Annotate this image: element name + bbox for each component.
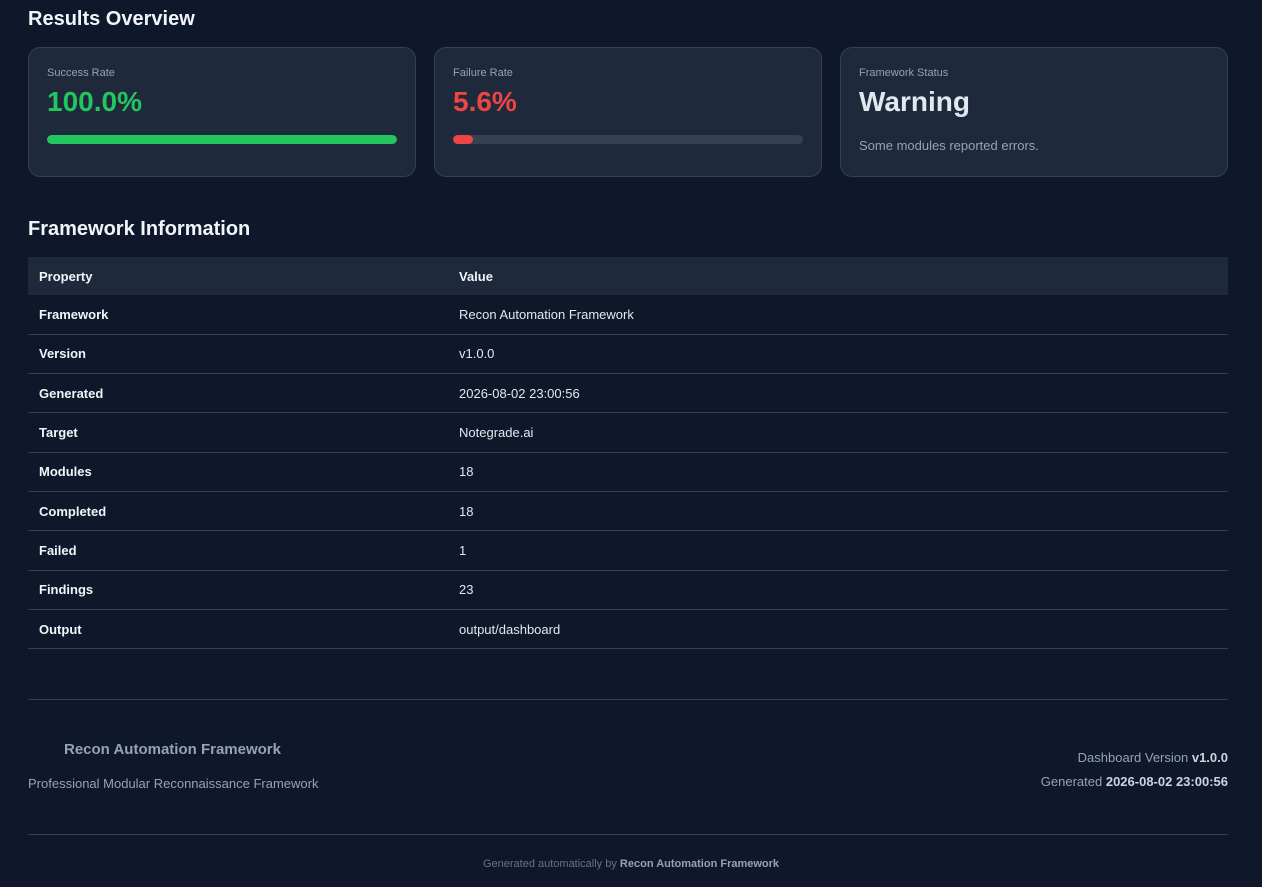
framework-status-card: Framework Status Warning Some modules re…: [840, 47, 1228, 177]
table-row: Version v1.0.0: [28, 334, 1228, 375]
table-row: Completed 18: [28, 491, 1228, 532]
framework-status-label: Framework Status: [859, 67, 949, 79]
dashboard-page: Results Overview Success Rate 100.0% Fai…: [0, 0, 1262, 887]
row-property: Framework: [28, 295, 448, 335]
row-property: Findings: [28, 570, 448, 610]
generated-by-note: Generated automatically by Recon Automat…: [0, 858, 1262, 870]
framework-status-note: Some modules reported errors.: [859, 138, 1039, 153]
row-value: Notegrade.ai: [448, 412, 1228, 453]
row-property: Output: [28, 609, 448, 650]
failure-rate-label: Failure Rate: [453, 67, 513, 79]
row-value: 1: [448, 530, 1228, 571]
success-rate-bar-fill: [47, 135, 397, 144]
framework-info-table: Property Value Framework Recon Automation…: [28, 257, 1228, 650]
column-header-value: Value: [448, 257, 1228, 295]
row-value: 23: [448, 570, 1228, 610]
table-header-row: Property Value: [28, 257, 1228, 295]
row-property: Version: [28, 334, 448, 375]
table-row: Framework Recon Automation Framework: [28, 295, 1228, 335]
row-value: 18: [448, 452, 1228, 492]
success-rate-bar: [47, 135, 397, 144]
framework-information-title: Framework Information: [28, 218, 251, 240]
footer-generated-value: 2026-08-02 23:00:56: [1105, 774, 1228, 789]
generated-by-name: Recon Automation Framework: [619, 858, 780, 870]
row-property: Modules: [28, 452, 448, 492]
footer-generated-label: Generated: [1040, 774, 1106, 789]
table-row: Findings 23: [28, 570, 1228, 610]
success-rate-label: Success Rate: [47, 67, 115, 79]
stat-cards: Success Rate 100.0% Failure Rate 5.6% Fr…: [28, 47, 1228, 177]
table-row: Target Notegrade.ai: [28, 412, 1228, 453]
row-property: Target: [28, 412, 448, 453]
results-overview-title: Results Overview: [28, 8, 195, 30]
success-rate-card: Success Rate 100.0%: [28, 47, 416, 177]
bottom-divider: [28, 834, 1228, 835]
framework-status-value: Warning: [859, 86, 970, 117]
failure-rate-value: 5.6%: [453, 86, 517, 117]
footer-version-value: v1.0.0: [1191, 750, 1228, 765]
failure-rate-bar: [453, 135, 803, 144]
generated-by-prefix: Generated automatically by: [482, 858, 620, 870]
row-value: v1.0.0: [448, 334, 1228, 375]
row-value: output/dashboard: [448, 609, 1228, 650]
row-value: 2026-08-02 23:00:56: [448, 373, 1228, 414]
success-rate-value: 100.0%: [47, 86, 142, 117]
table-row: Modules 18: [28, 452, 1228, 492]
table-row: Generated 2026-08-02 23:00:56: [28, 373, 1228, 414]
row-value: 18: [448, 491, 1228, 532]
table-row: Failed 1: [28, 530, 1228, 571]
failure-rate-card: Failure Rate 5.6%: [434, 47, 822, 177]
row-property: Generated: [28, 373, 448, 414]
footer-version-label: Dashboard Version: [1077, 750, 1192, 765]
row-property: Failed: [28, 530, 448, 571]
table-row: Output output/dashboard: [28, 609, 1228, 650]
footer-generated-line: Generated 2026-08-02 23:00:56: [1041, 770, 1228, 794]
column-header-property: Property: [28, 257, 448, 295]
row-property: Completed: [28, 491, 448, 532]
footer-meta: Dashboard Version v1.0.0 Generated 2026-…: [1041, 746, 1228, 794]
footer-subtitle: Professional Modular Reconnaissance Fram…: [28, 776, 319, 791]
row-value: Recon Automation Framework: [448, 295, 1228, 335]
footer-title: Recon Automation Framework: [64, 741, 281, 758]
footer-version-line: Dashboard Version v1.0.0: [1041, 746, 1228, 770]
failure-rate-bar-fill: [453, 135, 473, 144]
footer-divider: [28, 699, 1228, 700]
